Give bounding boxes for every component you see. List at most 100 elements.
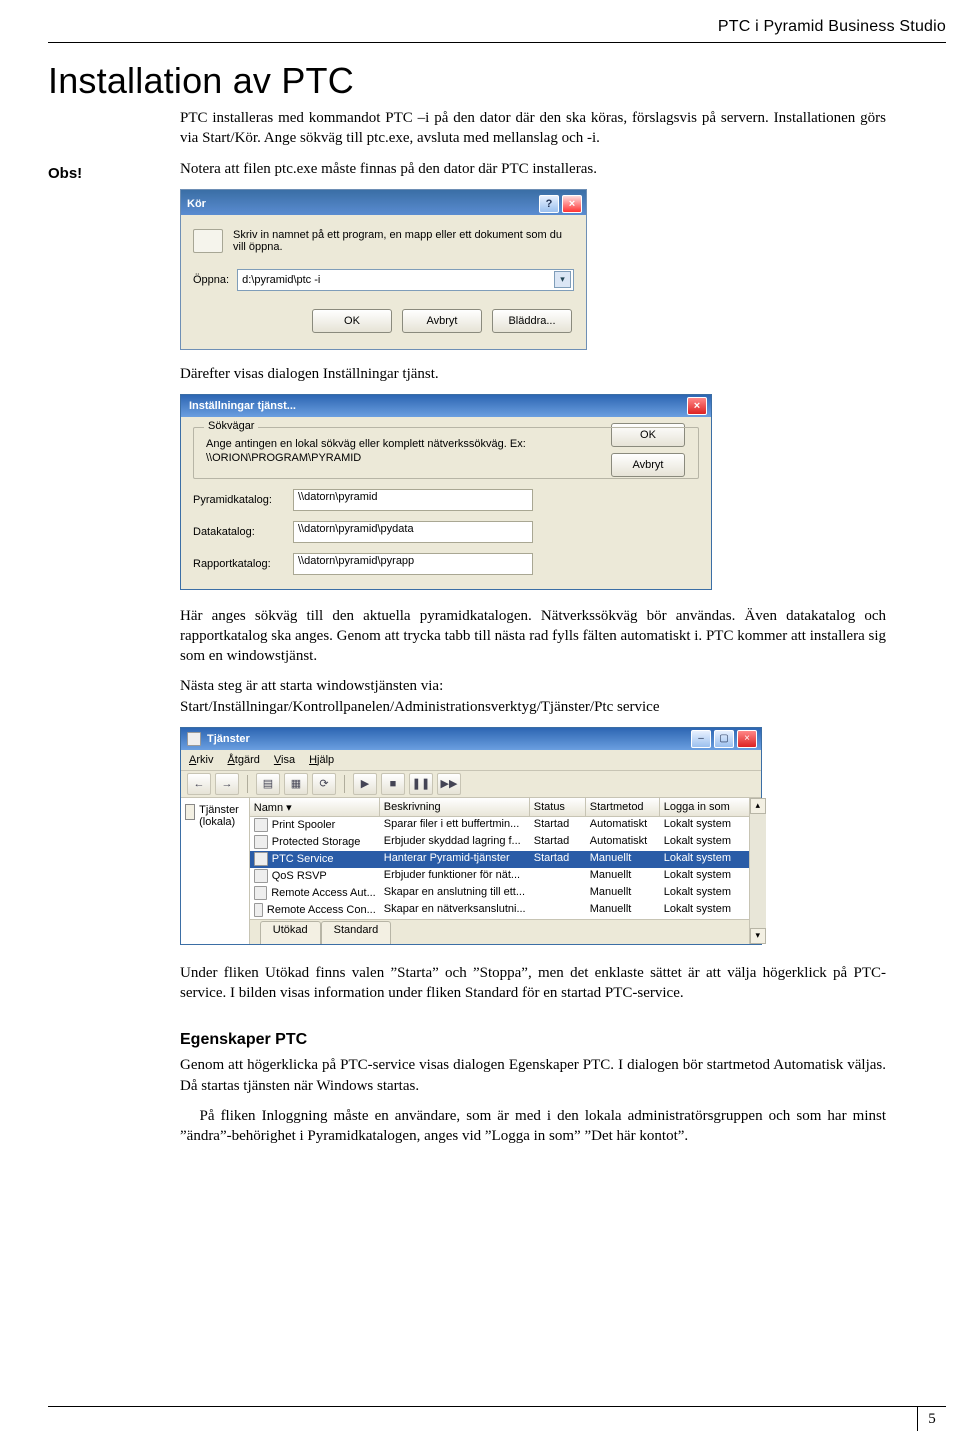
service-start: Manuellt	[586, 885, 660, 902]
service-logon: Lokalt system	[660, 851, 750, 868]
service-name: Remote Access Con...	[267, 904, 376, 916]
services-menu: Arkiv Åtgärd Visa Hjälp	[181, 750, 761, 771]
service-status: Startad	[530, 851, 586, 868]
pause-button[interactable]: ❚❚	[409, 773, 433, 795]
col-status[interactable]: Status	[530, 798, 586, 816]
services-header: Namn ▾ Beskrivning Status Startmetod Log…	[250, 798, 766, 817]
col-logon[interactable]: Logga in som	[660, 798, 750, 816]
app-icon	[187, 732, 201, 746]
path-row: Pyramidkatalog:\\datorn\pyramid	[193, 489, 699, 511]
paths-description: Ange antingen en lokal sökväg eller komp…	[206, 438, 536, 466]
table-row[interactable]: Remote Access Aut...Skapar en anslutning…	[250, 885, 766, 902]
services-tabs: Utökad Standard	[250, 919, 766, 944]
chevron-down-icon[interactable]: ▾	[554, 271, 571, 288]
service-start: Automatiskt	[586, 817, 660, 834]
maximize-button[interactable]: ▢	[714, 730, 734, 748]
back-button[interactable]: ←	[187, 773, 211, 795]
settings-dialog-titlebar: Inställningar tjänst... ×	[181, 395, 711, 417]
forward-button[interactable]: →	[215, 773, 239, 795]
menu-hjalp[interactable]: Hjälp	[309, 754, 334, 766]
tab-standard[interactable]: Standard	[321, 921, 392, 944]
service-logon: Lokalt system	[660, 834, 750, 851]
services-title: Tjänster	[207, 733, 250, 745]
service-name: PTC Service	[272, 853, 334, 865]
settings-dialog-title: Inställningar tjänst...	[189, 400, 296, 412]
intro-paragraph: PTC installeras med kommandot PTC –i på …	[180, 108, 886, 149]
p5a: Nästa steg är att starta windowstjänsten…	[180, 676, 886, 696]
table-row[interactable]: Protected StorageErbjuder skyddad lagrin…	[250, 834, 766, 851]
minimize-button[interactable]: –	[691, 730, 711, 748]
scroll-up-icon[interactable]: ▴	[750, 798, 766, 814]
tab-extended[interactable]: Utökad	[260, 921, 321, 944]
footer-rule	[48, 1406, 946, 1407]
tree-icon	[185, 804, 195, 820]
service-name: Print Spooler	[272, 819, 336, 831]
open-label: Öppna:	[193, 274, 229, 286]
open-combobox[interactable]: d:\pyramid\ptc -i ▾	[237, 269, 574, 291]
service-start: Manuellt	[586, 902, 660, 919]
service-logon: Lokalt system	[660, 885, 750, 902]
service-start: Manuellt	[586, 851, 660, 868]
obs-paragraph: Notera att filen ptc.exe måste finnas på…	[180, 159, 886, 179]
service-logon: Lokalt system	[660, 868, 750, 885]
run-help-text: Skriv in namnet på ett program, en mapp …	[233, 229, 574, 253]
props-button[interactable]: ▦	[284, 773, 308, 795]
cancel-button[interactable]: Avbryt	[402, 309, 482, 333]
browse-button[interactable]: Bläddra...	[492, 309, 572, 333]
service-start: Automatiskt	[586, 834, 660, 851]
path-input[interactable]: \\datorn\pyramid\pyrapp	[293, 553, 533, 575]
ok-button[interactable]: OK	[312, 309, 392, 333]
table-row[interactable]: PTC Service Hanterar Pyramid-tjänsterStar…	[250, 851, 766, 868]
play-button[interactable]: ▶	[353, 773, 377, 795]
service-desc: Erbjuder funktioner för nät...	[380, 868, 530, 885]
menu-atgard[interactable]: Åtgärd	[227, 754, 259, 766]
scroll-down-icon[interactable]: ▾	[750, 928, 766, 944]
service-status	[530, 885, 586, 902]
page-number: 5	[917, 1407, 946, 1431]
service-status: Startad	[530, 834, 586, 851]
service-icon	[254, 835, 268, 849]
service-icon	[254, 818, 268, 832]
obs-label: Obs!	[48, 165, 82, 182]
refresh-button[interactable]: ⟳	[312, 773, 336, 795]
service-desc: Erbjuder skyddad lagring f...	[380, 834, 530, 851]
service-status	[530, 868, 586, 885]
path-row: Datakatalog:\\datorn\pyramid\pydata	[193, 521, 699, 543]
menu-visa[interactable]: Visa	[274, 754, 295, 766]
scrollbar[interactable]: ▴ ▾	[749, 798, 766, 944]
close-button[interactable]: ×	[562, 195, 582, 213]
service-name: QoS RSVP	[272, 870, 327, 882]
help-button[interactable]: ?	[539, 195, 559, 213]
stop-button[interactable]: ■	[381, 773, 405, 795]
table-row[interactable]: Print Spooler Sparar filer i ett buffertm…	[250, 817, 766, 834]
path-input[interactable]: \\datorn\pyramid\pydata	[293, 521, 533, 543]
menu-arkiv[interactable]: Arkiv	[189, 754, 213, 766]
table-row[interactable]: Remote Access Con... Skapar en nätverksan…	[250, 902, 766, 919]
services-window: Tjänster – ▢ × Arkiv Åtgärd Visa Hjälp ←…	[180, 727, 762, 945]
table-row[interactable]: QoS RSVP Erbjuder funktioner för nät... Ma…	[250, 868, 766, 885]
run-dialog: Kör ? × Skriv in namnet på ett program, …	[180, 189, 587, 350]
running-head: PTC i Pyramid Business Studio	[718, 18, 946, 36]
col-start[interactable]: Startmetod	[586, 798, 660, 816]
service-desc: Skapar en nätverksanslutni...	[380, 902, 530, 919]
col-desc[interactable]: Beskrivning	[380, 798, 530, 816]
close-button[interactable]: ×	[687, 397, 707, 415]
group-label: Sökvägar	[204, 420, 258, 432]
p6: Under fliken Utökad finns valen ”Starta”…	[180, 963, 886, 1004]
p7: Genom att högerklicka på PTC-service vis…	[180, 1055, 886, 1096]
view-button[interactable]: ▤	[256, 773, 280, 795]
path-input[interactable]: \\datorn\pyramid	[293, 489, 533, 511]
service-desc: Hanterar Pyramid-tjänster	[380, 851, 530, 868]
p5b: Start/Inställningar/Kontrollpanelen/Admi…	[180, 697, 886, 717]
col-name[interactable]: Namn ▾	[250, 798, 380, 816]
p3: Därefter visas dialogen Inställningar tj…	[180, 364, 886, 384]
service-desc: Sparar filer i ett buffertmin...	[380, 817, 530, 834]
service-start: Manuellt	[586, 868, 660, 885]
restart-button[interactable]: ▶▶	[437, 773, 461, 795]
service-status	[530, 902, 586, 919]
path-label: Rapportkatalog:	[193, 558, 285, 570]
service-name: Remote Access Aut...	[271, 887, 376, 899]
services-tree[interactable]: Tjänster (lokala)	[181, 798, 250, 944]
path-row: Rapportkatalog: \\datorn\pyramid\pyrapp	[193, 553, 699, 575]
close-button[interactable]: ×	[737, 730, 757, 748]
